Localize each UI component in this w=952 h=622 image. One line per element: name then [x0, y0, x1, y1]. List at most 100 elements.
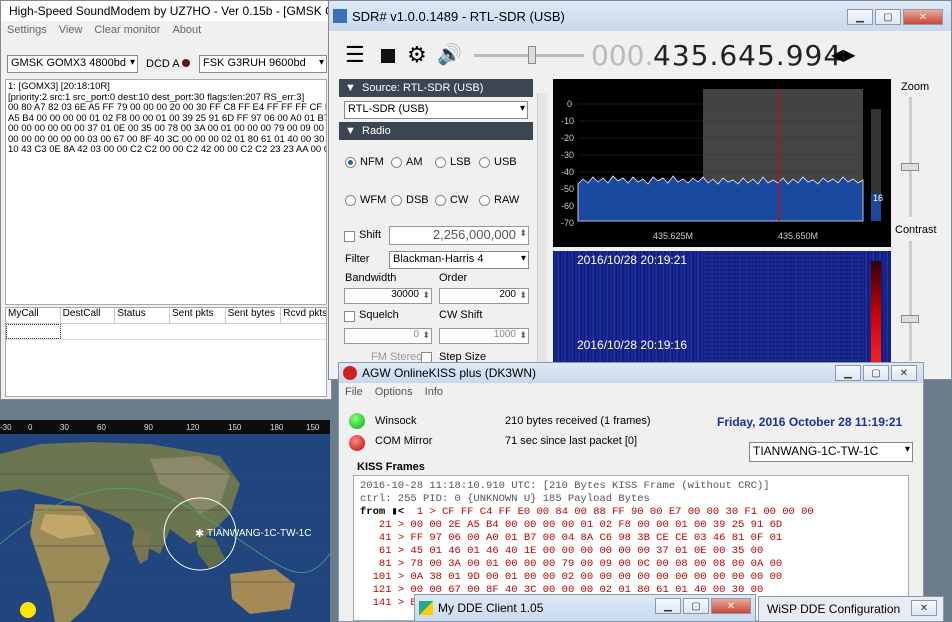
modem-b-select[interactable]: FSK G3RUH 9600bd: [199, 55, 327, 73]
db-tick: 0: [567, 99, 573, 109]
kiss-row: 81 > 78 00 3A 00 01 00 00 00 79 00 09 00…: [378, 558, 783, 570]
winsock-label: Winsock: [375, 415, 417, 427]
db-tick: -50: [561, 184, 575, 194]
col-sent-bytes[interactable]: Sent bytes: [226, 308, 282, 323]
agw-close-button[interactable]: ✕: [891, 365, 917, 381]
sdr-toolbar: ☰ ⚙ 🔊 000. 435.645.994 ◀▶: [329, 33, 951, 77]
dde-close-button[interactable]: ✕: [711, 598, 751, 614]
radio-section-header[interactable]: ▼ Radio: [339, 122, 533, 140]
spectrum-graph: [577, 89, 881, 222]
shift-input[interactable]: 2,256,000,000: [389, 226, 529, 245]
tune-arrows-icon[interactable]: ◀▶: [831, 45, 856, 65]
kiss-row: 101 > 0A 38 01 9D 00 01 00 00 02 00 00 0…: [372, 571, 783, 583]
monitor-line: 00 80 A7 82 03 6E A5 FF 79 00 00 00 20 0…: [8, 102, 327, 113]
bandwidth-input[interactable]: 30000: [344, 288, 432, 304]
squelch-input[interactable]: 0: [344, 328, 432, 344]
close-button[interactable]: ✕: [903, 9, 943, 25]
db-tick: -40: [561, 167, 575, 177]
mode-wfm[interactable]: WFM: [345, 194, 386, 206]
table-row[interactable]: [6, 324, 326, 340]
shift-label: Shift: [359, 229, 382, 241]
date-time: Friday, 2016 October 28 11:19:21: [717, 415, 903, 429]
agw-window: AGW OnlineKISS plus (DK3WN) ▁ ▢ ✕ File O…: [338, 362, 924, 622]
menu-clear-monitor[interactable]: Clear monitor: [94, 24, 160, 36]
mode-dsb[interactable]: DSB: [391, 194, 429, 206]
col-status[interactable]: Status: [115, 308, 170, 323]
source-section-header[interactable]: ▼ Source: RTL-SDR (USB): [339, 79, 533, 97]
wisp-close-button[interactable]: ✕: [911, 600, 937, 616]
shift-checkbox[interactable]: [344, 231, 355, 242]
modem-a-select[interactable]: GMSK GOMX3 4800bd: [7, 55, 138, 73]
gear-icon[interactable]: ⚙: [407, 42, 427, 68]
menu-about[interactable]: About: [172, 24, 201, 36]
signal-level: 16: [873, 193, 884, 203]
speaker-icon[interactable]: 🔊: [437, 42, 462, 67]
zoom-slider[interactable]: [901, 97, 919, 217]
volume-handle[interactable]: [528, 46, 536, 64]
cwshift-input[interactable]: 1000: [439, 328, 529, 344]
source-device-select[interactable]: RTL-SDR (USB): [344, 101, 528, 119]
table-header: MyCall DestCall Status Sent pkts Sent by…: [6, 308, 326, 324]
squelch-checkbox[interactable]: [344, 311, 355, 322]
agw-menu-file[interactable]: File: [345, 386, 363, 398]
frequency-prefix: 000.: [591, 39, 654, 72]
sun-icon: [20, 602, 36, 618]
maximize-button[interactable]: ▢: [875, 9, 901, 25]
last-packet: 71 sec since last packet [0]: [505, 435, 638, 447]
freq-tick: 435.650M: [778, 231, 819, 241]
order-label: Order: [439, 272, 468, 284]
dcd-label: DCD A: [146, 58, 180, 70]
agw-maximize-button[interactable]: ▢: [863, 365, 889, 381]
map-tick: -30: [0, 423, 12, 432]
agw-menu-options[interactable]: Options: [375, 386, 413, 398]
filter-label: Filter: [345, 253, 370, 265]
db-tick: -60: [561, 201, 575, 211]
zoom-handle[interactable]: [901, 163, 919, 171]
contrast-slider[interactable]: [901, 241, 919, 361]
waterfall-time-2: 2016/10/28 20:19:16: [577, 338, 688, 352]
monitor-area[interactable]: 1: [GOMX3] [20:18:10R] [priority:2 src:1…: [5, 79, 327, 305]
mode-nfm[interactable]: NFM: [345, 156, 384, 168]
dde-minimize-button[interactable]: ▁: [655, 598, 681, 614]
menu-settings[interactable]: Settings: [7, 24, 47, 36]
spectrum-display[interactable]: 0 -10 -20 -30 -40 -50 -60 -70 435.625M 4…: [553, 79, 891, 247]
minimize-button[interactable]: ▁: [847, 9, 873, 25]
zoom-label: Zoom: [901, 81, 930, 93]
col-mycall[interactable]: MyCall: [6, 308, 61, 323]
mode-usb[interactable]: USB: [479, 156, 517, 168]
volume-slider[interactable]: [474, 46, 584, 64]
mode-lsb[interactable]: LSB: [435, 156, 471, 168]
col-sent-pkts[interactable]: Sent pkts: [170, 308, 226, 323]
dde-maximize-button[interactable]: ▢: [683, 598, 709, 614]
soundmodem-titlebar[interactable]: High-Speed SoundModem by UZ7HO - Ver 0.1…: [1, 1, 331, 21]
waterfall-display[interactable]: 2016/10/28 20:19:21 2016/10/28 20:19:16: [553, 251, 891, 366]
winsock-status-icon: [349, 413, 365, 429]
stop-icon[interactable]: [381, 49, 395, 63]
col-destcall[interactable]: DestCall: [61, 308, 116, 323]
panel-scrollbar[interactable]: [537, 93, 547, 363]
kiss-header-1: 2016-10-28 11:18:10.910 UTC: [210 Bytes …: [360, 480, 770, 492]
soundmodem-window: High-Speed SoundModem by UZ7HO - Ver 0.1…: [0, 0, 332, 400]
satellite-select[interactable]: TIANWANG-1C-TW-1C: [749, 442, 913, 462]
db-tick: -70: [561, 218, 575, 228]
contrast-handle[interactable]: [901, 315, 919, 323]
filter-select[interactable]: Blackman-Harris 4: [389, 251, 529, 269]
menu-view[interactable]: View: [59, 24, 83, 36]
satellite-label: TIANWANG-1C-TW-1C: [207, 528, 312, 539]
frequency-display[interactable]: 435.645.994: [653, 39, 842, 72]
control-panel: ▼ Source: RTL-SDR (USB) RTL-SDR (USB) ▼ …: [339, 79, 533, 379]
agw-minimize-button[interactable]: ▁: [835, 365, 861, 381]
menu-icon[interactable]: ☰: [345, 44, 365, 66]
col-rcvd-pkts[interactable]: Rcvd pkts: [281, 308, 326, 323]
map-tick: 30: [60, 423, 69, 432]
mode-am[interactable]: AM: [391, 156, 423, 168]
dde-title: My DDE Client 1.05: [438, 601, 544, 615]
agw-menu-info[interactable]: Info: [425, 386, 443, 398]
satellite-icon[interactable]: ✱: [195, 527, 204, 540]
map-tick: 0: [28, 423, 33, 432]
world-map[interactable]: -30 0 30 60 90 120 150 180 150 ✱ TIANWAN…: [0, 420, 330, 622]
mode-cw[interactable]: CW: [435, 194, 468, 206]
mode-raw[interactable]: RAW: [479, 194, 519, 206]
bandwidth-label: Bandwidth: [345, 272, 397, 284]
order-input[interactable]: 200: [439, 288, 529, 304]
